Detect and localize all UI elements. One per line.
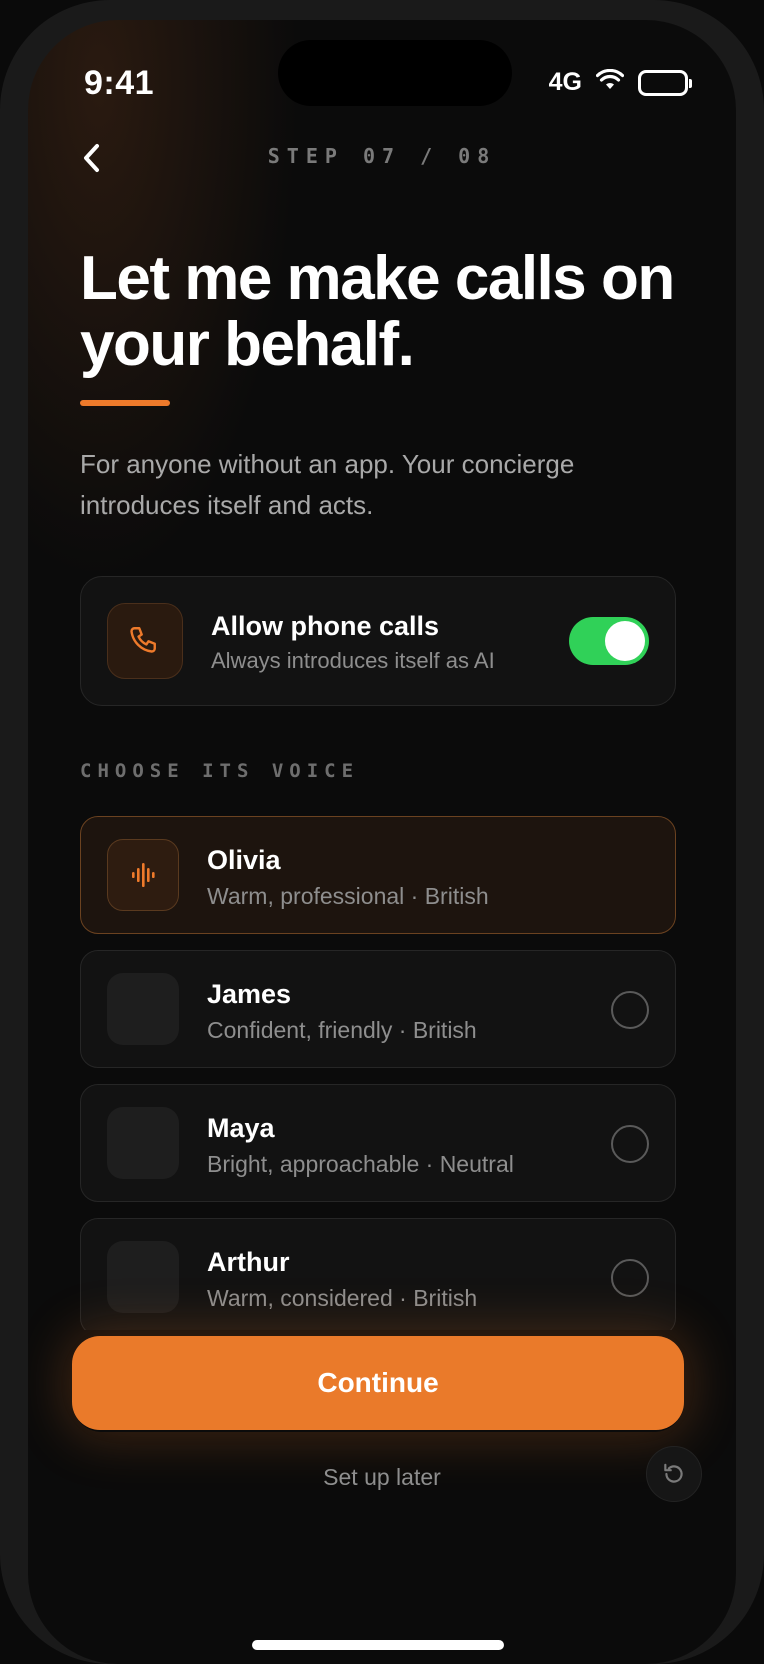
voice-avatar: [107, 973, 179, 1045]
voice-description: Confident, friendly · British: [207, 1017, 477, 1043]
replay-icon: [664, 1463, 683, 1483]
voice-description: Warm, considered · British: [207, 1285, 478, 1311]
voice-name: James: [207, 979, 292, 1009]
status-indicators: 4G: [548, 68, 692, 97]
phone-calls-subtitle: Always introduces itself as AI: [211, 648, 495, 673]
voice-name: Maya: [207, 1113, 275, 1143]
voice-name: Arthur: [207, 1247, 290, 1277]
voice-option-arthur[interactable]: Arthur Warm, considered · British: [80, 1218, 676, 1330]
toggle-knob: [605, 621, 645, 661]
continue-button[interactable]: Continue: [72, 1336, 684, 1430]
voice-avatar: [107, 1107, 179, 1179]
phone-icon: [107, 603, 183, 679]
voice-option-maya[interactable]: Maya Bright, approachable · Neutral: [80, 1084, 676, 1202]
screen: 9:41 4G STEP 07 / 08 Let me make calls o…: [28, 20, 736, 1664]
voice-avatar: [107, 1241, 179, 1313]
dynamic-island: [278, 40, 512, 106]
phone-calls-toggle[interactable]: [569, 617, 649, 665]
phone-calls-title: Allow phone calls: [211, 611, 440, 641]
network-label: 4G: [548, 68, 582, 96]
voice-description: Warm, professional · British: [207, 883, 489, 909]
voice-option-olivia[interactable]: Olivia Warm, professional · British: [80, 816, 676, 934]
voice-list: Olivia Warm, professional · British Jame…: [28, 816, 736, 1330]
waveform-icon: [107, 839, 179, 911]
set-up-later-link[interactable]: Set up later: [28, 1464, 736, 1491]
phone-calls-card: Allow phone calls Always introduces itse…: [80, 576, 676, 706]
page-title: Let me make calls on your behalf.: [80, 244, 675, 379]
voice-radio[interactable]: [611, 1125, 649, 1163]
home-indicator: [252, 1640, 504, 1650]
status-time: 9:41: [84, 64, 155, 102]
voice-radio[interactable]: [611, 1259, 649, 1297]
voice-section-label: CHOOSE ITS VOICE: [80, 760, 360, 782]
battery-icon: [638, 69, 692, 96]
voice-option-james[interactable]: James Confident, friendly · British: [80, 950, 676, 1068]
voice-name: Olivia: [207, 845, 281, 875]
replay-button[interactable]: [646, 1446, 702, 1502]
device: 9:41 4G STEP 07 / 08 Let me make calls o…: [0, 0, 764, 1664]
voice-description: Bright, approachable · Neutral: [207, 1151, 514, 1177]
step-indicator: STEP 07 / 08: [267, 144, 497, 168]
page-subtitle: For anyone without an app. Your concierg…: [80, 449, 575, 520]
title-accent-line: [80, 400, 170, 406]
wifi-icon: [595, 68, 625, 96]
voice-radio[interactable]: [611, 991, 649, 1029]
